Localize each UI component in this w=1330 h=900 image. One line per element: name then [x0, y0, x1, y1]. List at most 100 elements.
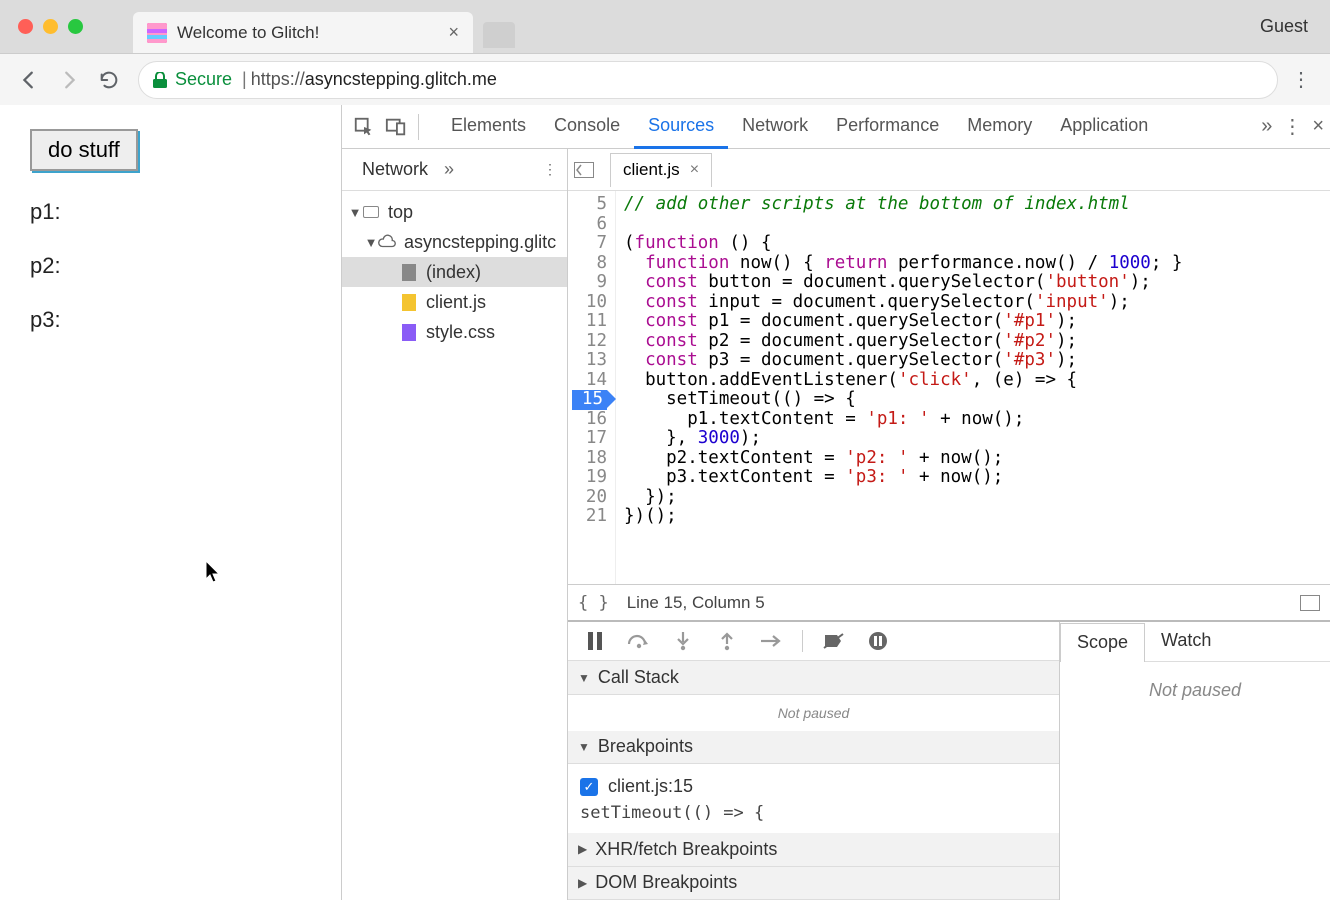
gutter-line[interactable]: 8 [572, 254, 607, 274]
minimize-window-icon[interactable] [43, 19, 58, 34]
devtools-menu-icon[interactable]: ⋮ [1282, 114, 1302, 139]
xhr-breakpoints-label: XHR/fetch Breakpoints [595, 839, 777, 860]
code-line[interactable]: }); [624, 488, 1322, 508]
js-file-icon [400, 293, 418, 311]
code-line[interactable]: p3.textContent = 'p3: ' + now(); [624, 468, 1322, 488]
devtools-tab-application[interactable]: Application [1046, 105, 1162, 149]
tree-domain[interactable]: ▼asyncstepping.glitc [342, 227, 567, 257]
code-line[interactable]: p1.textContent = 'p1: ' + now(); [624, 410, 1322, 430]
gutter-line[interactable]: 18 [572, 449, 607, 469]
code-line[interactable]: (function () { [624, 234, 1322, 254]
navigator-menu-icon[interactable]: ⋮ [543, 161, 557, 178]
p2-label: p2: [30, 253, 327, 279]
new-tab-button[interactable] [483, 22, 515, 48]
code-line[interactable]: p2.textContent = 'p2: ' + now(); [624, 449, 1322, 469]
forward-button[interactable] [52, 63, 86, 97]
tree-domain-label: asyncstepping.glitc [404, 232, 556, 253]
step-into-icon[interactable] [670, 628, 696, 654]
step-out-icon[interactable] [714, 628, 740, 654]
code-line[interactable]: const button = document.querySelector('b… [624, 273, 1322, 293]
xhr-breakpoints-header[interactable]: ▶XHR/fetch Breakpoints [568, 833, 1059, 866]
reload-button[interactable] [92, 63, 126, 97]
code-line[interactable]: const p3 = document.querySelector('#p3')… [624, 351, 1322, 371]
close-window-icon[interactable] [18, 19, 33, 34]
device-toolbar-icon[interactable] [380, 111, 412, 143]
close-tab-icon[interactable]: × [448, 22, 459, 43]
file-clientjs[interactable]: client.js [342, 287, 567, 317]
close-devtools-icon[interactable]: × [1312, 115, 1324, 138]
browser-menu-icon[interactable]: ⋮ [1284, 67, 1318, 92]
devtools-tab-network[interactable]: Network [728, 105, 822, 149]
navigator-more-icon[interactable]: » [444, 159, 454, 180]
file-label: style.css [426, 322, 495, 343]
step-icon[interactable] [758, 628, 784, 654]
gutter-line[interactable]: 13 [572, 351, 607, 371]
dom-breakpoints-header[interactable]: ▶DOM Breakpoints [568, 867, 1059, 900]
maximize-window-icon[interactable] [68, 19, 83, 34]
code-line[interactable]: }, 3000); [624, 429, 1322, 449]
profile-label[interactable]: Guest [1260, 16, 1322, 37]
code-line[interactable]: const p1 = document.querySelector('#p1')… [624, 312, 1322, 332]
code-line[interactable]: // add other scripts at the bottom of in… [624, 195, 1322, 215]
breakpoint-item[interactable]: ✓client.js:15 [580, 772, 1047, 801]
gutter-line[interactable]: 10 [572, 293, 607, 313]
callstack-header[interactable]: ▼Call Stack [568, 661, 1059, 694]
gutter-line[interactable]: 9 [572, 273, 607, 293]
gutter-line[interactable]: 12 [572, 332, 607, 352]
code-line[interactable]: button.addEventListener('click', (e) => … [624, 371, 1322, 391]
file-index[interactable]: (index) [342, 257, 567, 287]
deactivate-breakpoints-icon[interactable] [821, 628, 847, 654]
address-bar[interactable]: Secure | https://asyncstepping.glitch.me [138, 61, 1278, 99]
devtools-tab-sources[interactable]: Sources [634, 105, 728, 149]
p3-label: p3: [30, 307, 327, 333]
devtools-tab-memory[interactable]: Memory [953, 105, 1046, 149]
show-navigator-icon[interactable] [574, 162, 602, 178]
gutter-line[interactable]: 14 [572, 371, 607, 391]
gutter-line[interactable]: 20 [572, 488, 607, 508]
do-stuff-button[interactable]: do stuff [30, 129, 138, 171]
pause-icon[interactable] [582, 628, 608, 654]
gutter-line[interactable]: 17 [572, 429, 607, 449]
gutter-line[interactable]: 11 [572, 312, 607, 332]
page-viewport: do stuff p1: p2: p3: [0, 105, 342, 900]
gutter-line[interactable]: 19 [572, 468, 607, 488]
more-tabs-icon[interactable]: » [1261, 115, 1272, 138]
code-line[interactable]: })(); [624, 507, 1322, 527]
tree-root[interactable]: ▼top [342, 197, 567, 227]
scope-tab-scope[interactable]: Scope [1060, 623, 1145, 662]
navigator-tab-network[interactable]: Network [352, 151, 438, 188]
scope-tab-watch[interactable]: Watch [1145, 622, 1227, 661]
gutter-line[interactable]: 7 [572, 234, 607, 254]
gutter-line[interactable]: 15 [572, 390, 607, 410]
code-line[interactable]: setTimeout(() => { [624, 390, 1322, 410]
gutter-line[interactable]: 16 [572, 410, 607, 430]
p1-label: p1: [30, 199, 327, 225]
format-code-icon[interactable]: { } [578, 593, 609, 613]
breakpoints-label: Breakpoints [598, 736, 693, 757]
code-line[interactable] [624, 215, 1322, 235]
file-stylecss[interactable]: style.css [342, 317, 567, 347]
gutter-line[interactable]: 6 [572, 215, 607, 235]
url-protocol: https:// [251, 69, 305, 90]
pause-on-exceptions-icon[interactable] [865, 628, 891, 654]
close-file-icon[interactable]: × [690, 161, 699, 179]
back-button[interactable] [12, 63, 46, 97]
devtools-tab-elements[interactable]: Elements [437, 105, 540, 149]
code-line[interactable]: const input = document.querySelector('in… [624, 293, 1322, 313]
callstack-body: Not paused [568, 695, 1059, 731]
gutter-line[interactable]: 21 [572, 507, 607, 527]
checkbox-icon[interactable]: ✓ [580, 778, 598, 796]
inspect-element-icon[interactable] [348, 111, 380, 143]
code-line[interactable]: const p2 = document.querySelector('#p2')… [624, 332, 1322, 352]
editor-tab-clientjs[interactable]: client.js × [610, 153, 712, 187]
step-over-icon[interactable] [626, 628, 652, 654]
gutter-line[interactable]: 5 [572, 195, 607, 215]
file-label: client.js [426, 292, 486, 313]
code-line[interactable]: function now() { return performance.now(… [624, 254, 1322, 274]
code-editor[interactable]: 56789101112131415161718192021 // add oth… [568, 191, 1330, 584]
toggle-sidebar-icon[interactable] [1300, 595, 1320, 611]
devtools-tab-console[interactable]: Console [540, 105, 634, 149]
devtools-tab-performance[interactable]: Performance [822, 105, 953, 149]
breakpoints-header[interactable]: ▼Breakpoints [568, 731, 1059, 764]
browser-tab[interactable]: Welcome to Glitch! × [133, 12, 473, 53]
